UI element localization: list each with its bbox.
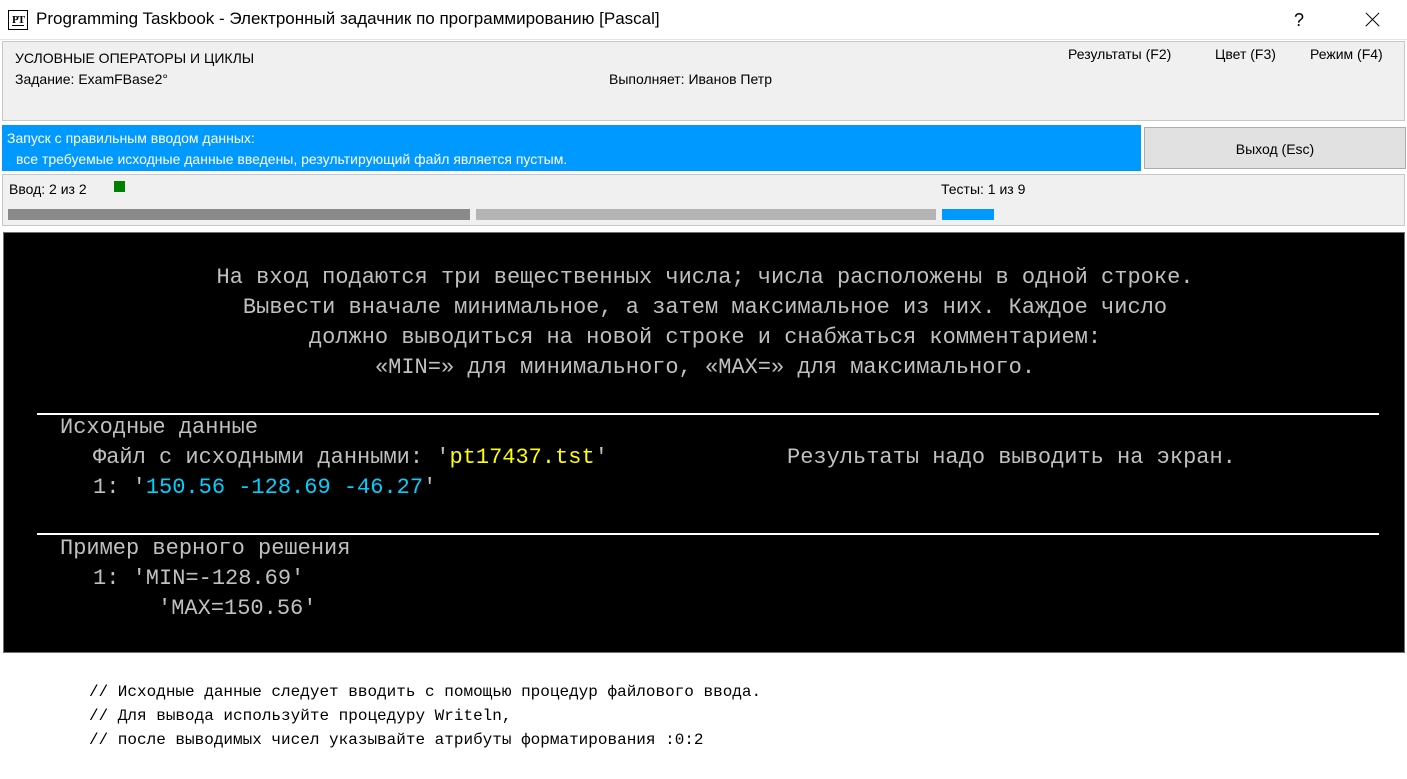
example-heading: Пример верного решения [60,536,351,561]
task-text-line: Вывести вначале минимальное, а затем мак… [242,295,1168,320]
data-prefix: 1: ' [93,475,146,500]
task-text-line: «MIN=» для минимального, «MAX=» для макс… [374,355,1036,380]
app-icon: PT [8,10,28,30]
mode-menu-button[interactable]: Режим (F4) [1310,46,1383,62]
tests-progress-bar [942,209,994,220]
task-name: Задание: ExamFBase2° [15,71,168,87]
task-text-line: На вход подаются три вещественных числа;… [216,265,1194,290]
file-prefix: Файл с исходными данными: ' [93,445,450,470]
hint-line: // Исходные данные следует вводить с пом… [89,683,762,701]
example-line: 1: 'MIN=-128.69' [93,566,305,591]
task-console: На вход подаются три вещественных числа;… [3,232,1405,653]
screen-output-note: Результаты надо выводить на экран. [787,445,1236,470]
hint-line: // Для вывода используйте процедуру Writ… [89,707,512,725]
file-line: Файл с исходными данными: 'pt17437.tst' [93,445,608,470]
input-progress-bar-1 [8,209,470,220]
input-data-line: 1: '150.56 -128.69 -46.27' [93,475,436,500]
color-menu-button[interactable]: Цвет (F3) [1215,46,1276,62]
input-values: 150.56 -128.69 -46.27 [145,475,424,500]
status-line-2: все требуемые исходные данные введены, р… [16,151,568,167]
help-button[interactable]: ? [1276,0,1322,40]
input-data-heading: Исходные данные [60,415,259,440]
progress-panel: Ввод: 2 из 2 Тесты: 1 из 9 [2,174,1405,226]
separator [37,533,1379,535]
status-message: Запуск с правильным вводом данных: все т… [2,125,1141,171]
input-counter: Ввод: 2 из 2 [9,181,87,197]
close-icon[interactable] [1346,0,1396,40]
hint-line: // после выводимых чисел указывайте атри… [89,731,704,749]
results-menu-button[interactable]: Результаты (F2) [1068,46,1171,62]
task-text-line: должно выводиться на новой строке и снаб… [308,325,1102,350]
tests-counter: Тесты: 1 из 9 [941,181,1026,197]
performer-name: Выполняет: Иванов Петр [609,71,773,87]
section-title: УСЛОВНЫЕ ОПЕРАТОРЫ И ЦИКЛЫ [15,50,255,66]
example-line: 'MAX=150.56' [158,596,317,621]
file-suffix: ' [594,445,608,470]
file-name: pt17437.tst [449,445,595,470]
status-line-1: Запуск с правильным вводом данных: [7,130,255,146]
window-title: Programming Taskbook - Электронный задач… [36,9,660,28]
exit-button[interactable]: Выход (Esc) [1144,127,1406,169]
input-complete-indicator [114,181,125,192]
title-bar: PT Programming Taskbook - Электронный за… [0,0,1407,40]
task-header: УСЛОВНЫЕ ОПЕРАТОРЫ И ЦИКЛЫ Задание: Exam… [2,41,1405,121]
input-progress-bar-2 [476,209,936,220]
hint-panel: // Исходные данные следует вводить с пом… [3,655,1405,776]
data-suffix: ' [423,475,437,500]
